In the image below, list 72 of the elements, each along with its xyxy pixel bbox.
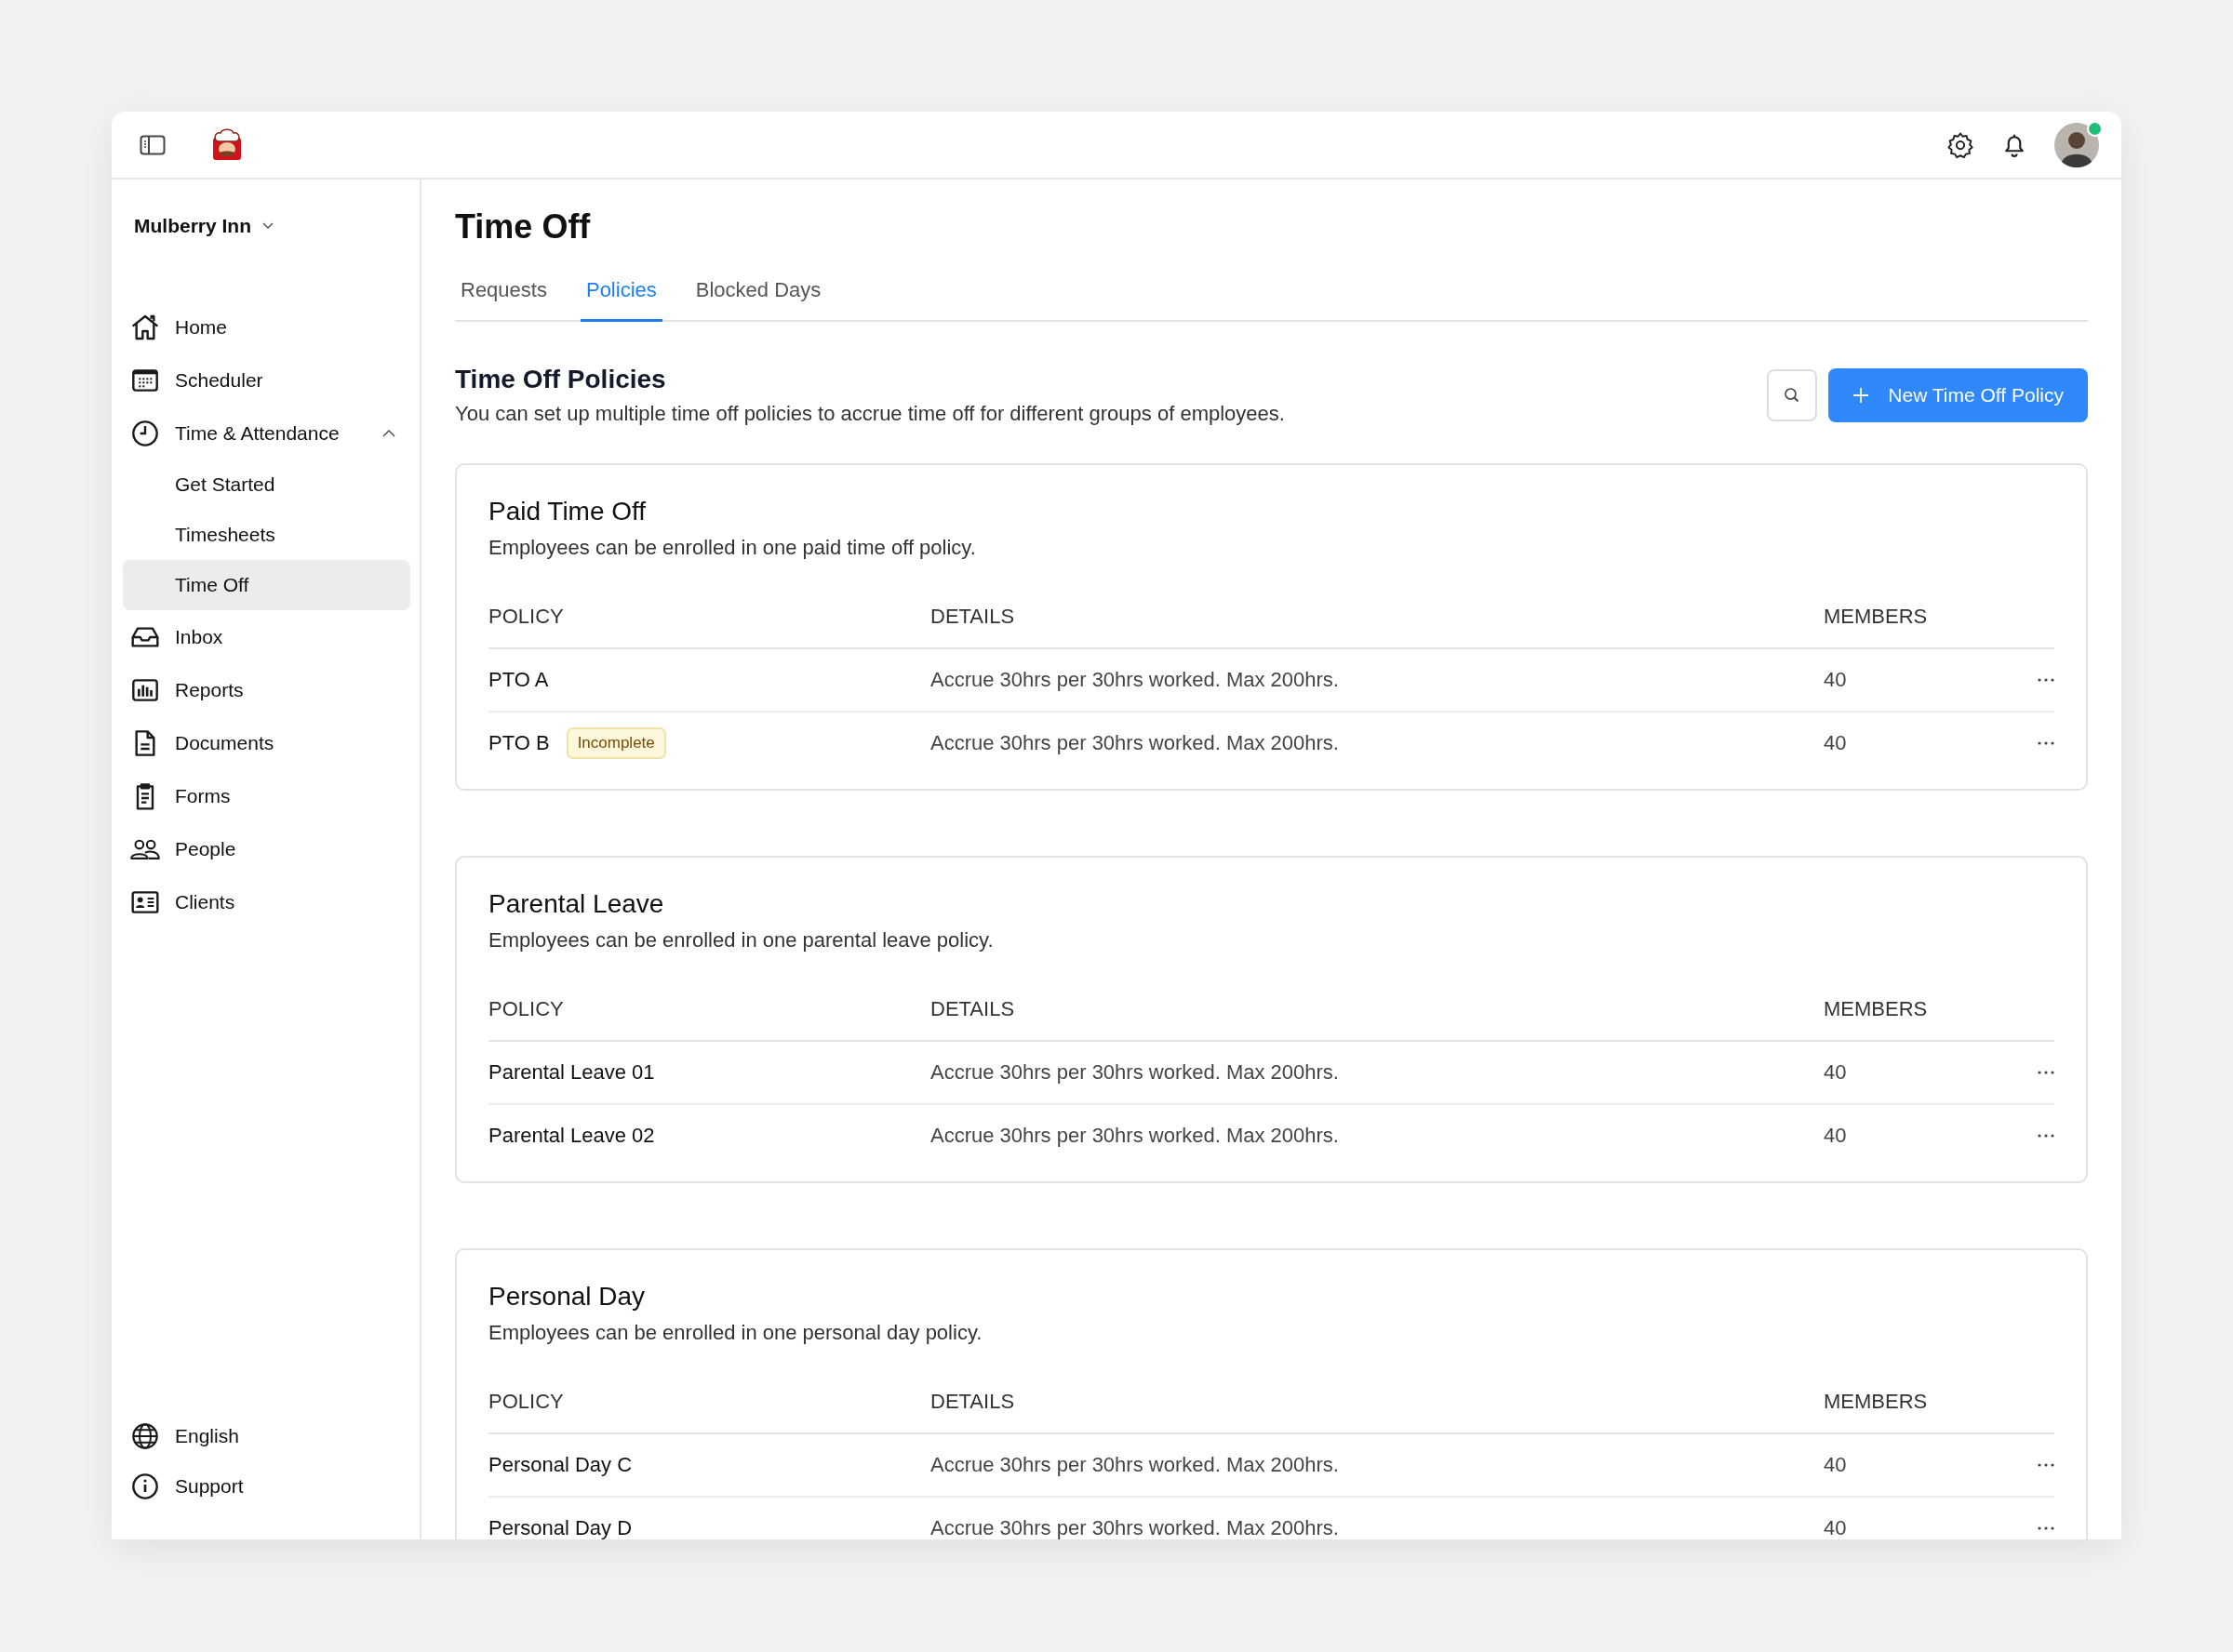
globe-icon — [130, 1421, 160, 1451]
table-cell-text: 40 — [1824, 1453, 1848, 1477]
sidebar-item[interactable]: Time & Attendance — [123, 406, 410, 460]
column-header: POLICY — [488, 1390, 565, 1414]
settings-icon[interactable] — [1946, 130, 1974, 159]
sidebar-subitem[interactable]: Timesheets — [123, 510, 410, 560]
sidebar-item[interactable]: People — [123, 822, 410, 875]
more-options-icon[interactable] — [2038, 678, 2054, 682]
clock-icon — [130, 418, 160, 448]
sidebar-item[interactable]: Support — [123, 1461, 410, 1512]
column-header: POLICY — [488, 997, 565, 1021]
column-header: MEMBERS — [1824, 1390, 1929, 1414]
sidebar-item[interactable]: Home — [123, 300, 410, 353]
table-cell-text: 40 — [1824, 731, 1848, 755]
table-cell-text: 40 — [1824, 1060, 1848, 1085]
table-cell-text: Accrue 30hrs per 30hrs worked. Max 200hrs. — [930, 731, 1340, 755]
sidebar-item[interactable]: Clients — [123, 875, 410, 928]
tab[interactable]: Blocked Days — [689, 273, 827, 322]
card-title: Parental Leave — [488, 889, 665, 919]
table-cell-text: 40 — [1824, 1124, 1848, 1148]
info-icon — [130, 1472, 160, 1501]
policy-name: Personal Day D — [488, 1516, 633, 1539]
table-cell-text: 40 — [1824, 668, 1848, 692]
sidebar-subitem[interactable]: Time Off — [123, 560, 410, 610]
more-options-icon[interactable] — [2038, 1134, 2054, 1138]
more-options-icon[interactable] — [2038, 1463, 2054, 1467]
user-avatar[interactable] — [2054, 122, 2099, 167]
search-button[interactable] — [1767, 369, 1818, 421]
policy-name: Parental Leave 01 — [488, 1060, 655, 1085]
section-title: Time Off Policies — [455, 365, 667, 394]
column-header: POLICY — [488, 605, 565, 629]
sidebar-subitem[interactable]: Get Started — [123, 460, 410, 510]
policy-name: PTO B — [488, 731, 550, 755]
section-description: You can set up multiple time off policies to accrue time off for different groups of employees. — [455, 402, 1286, 426]
policy-name: Parental Leave 02 — [488, 1124, 655, 1148]
chevron-down-icon — [262, 222, 274, 230]
card-description: Employees can be enrolled in one personal day policy. — [488, 1321, 983, 1345]
more-options-icon[interactable] — [2038, 741, 2054, 745]
card-description: Employees can be enrolled in one paid time off policy. — [488, 536, 977, 560]
policy-name: PTO A — [488, 668, 549, 692]
organization-dropdown[interactable]: Mulberry Inn — [123, 207, 285, 245]
column-header: DETAILS — [930, 1390, 1016, 1414]
sidebar-item[interactable]: Documents — [123, 716, 410, 769]
table-cell-text: Accrue 30hrs per 30hrs worked. Max 200hrs. — [930, 1516, 1340, 1539]
table-cell-text: Accrue 30hrs per 30hrs worked. Max 200hrs. — [930, 668, 1340, 692]
plus-icon — [1852, 387, 1870, 404]
chevron-icon[interactable] — [382, 429, 395, 437]
page-title: Time Off — [455, 207, 592, 246]
more-options-icon[interactable] — [2038, 1526, 2054, 1530]
more-options-icon[interactable] — [2038, 1071, 2054, 1074]
status-badge: Incomplete — [566, 727, 666, 759]
sidebar-item[interactable]: Forms — [123, 769, 410, 822]
column-header: DETAILS — [930, 997, 1016, 1021]
sidebar-item[interactable]: Inbox — [123, 610, 410, 663]
tab[interactable]: Policies — [580, 273, 662, 322]
sidebar-item[interactable]: Scheduler — [123, 353, 410, 406]
sidebar-toggle-icon[interactable] — [140, 134, 166, 155]
tab[interactable]: Requests — [455, 273, 553, 322]
chef-hat-logo-icon[interactable] — [210, 127, 244, 162]
table-cell-text: Accrue 30hrs per 30hrs worked. Max 200hrs. — [930, 1124, 1340, 1148]
sidebar-item[interactable]: English — [123, 1411, 410, 1461]
column-header: MEMBERS — [1824, 997, 1929, 1021]
column-header: MEMBERS — [1824, 605, 1929, 629]
sidebar-item[interactable]: Reports — [123, 663, 410, 716]
table-cell-text: 40 — [1824, 1516, 1848, 1539]
card-title: Paid Time Off — [488, 497, 648, 526]
table-cell-text: Accrue 30hrs per 30hrs worked. Max 200hrs. — [930, 1060, 1340, 1085]
card-description: Employees can be enrolled in one parental leave policy. — [488, 928, 995, 953]
column-header: DETAILS — [930, 605, 1016, 629]
card-title: Personal Day — [488, 1282, 647, 1312]
table-cell-text: Accrue 30hrs per 30hrs worked. Max 200hrs. — [930, 1453, 1340, 1477]
policy-name: Personal Day C — [488, 1453, 633, 1477]
